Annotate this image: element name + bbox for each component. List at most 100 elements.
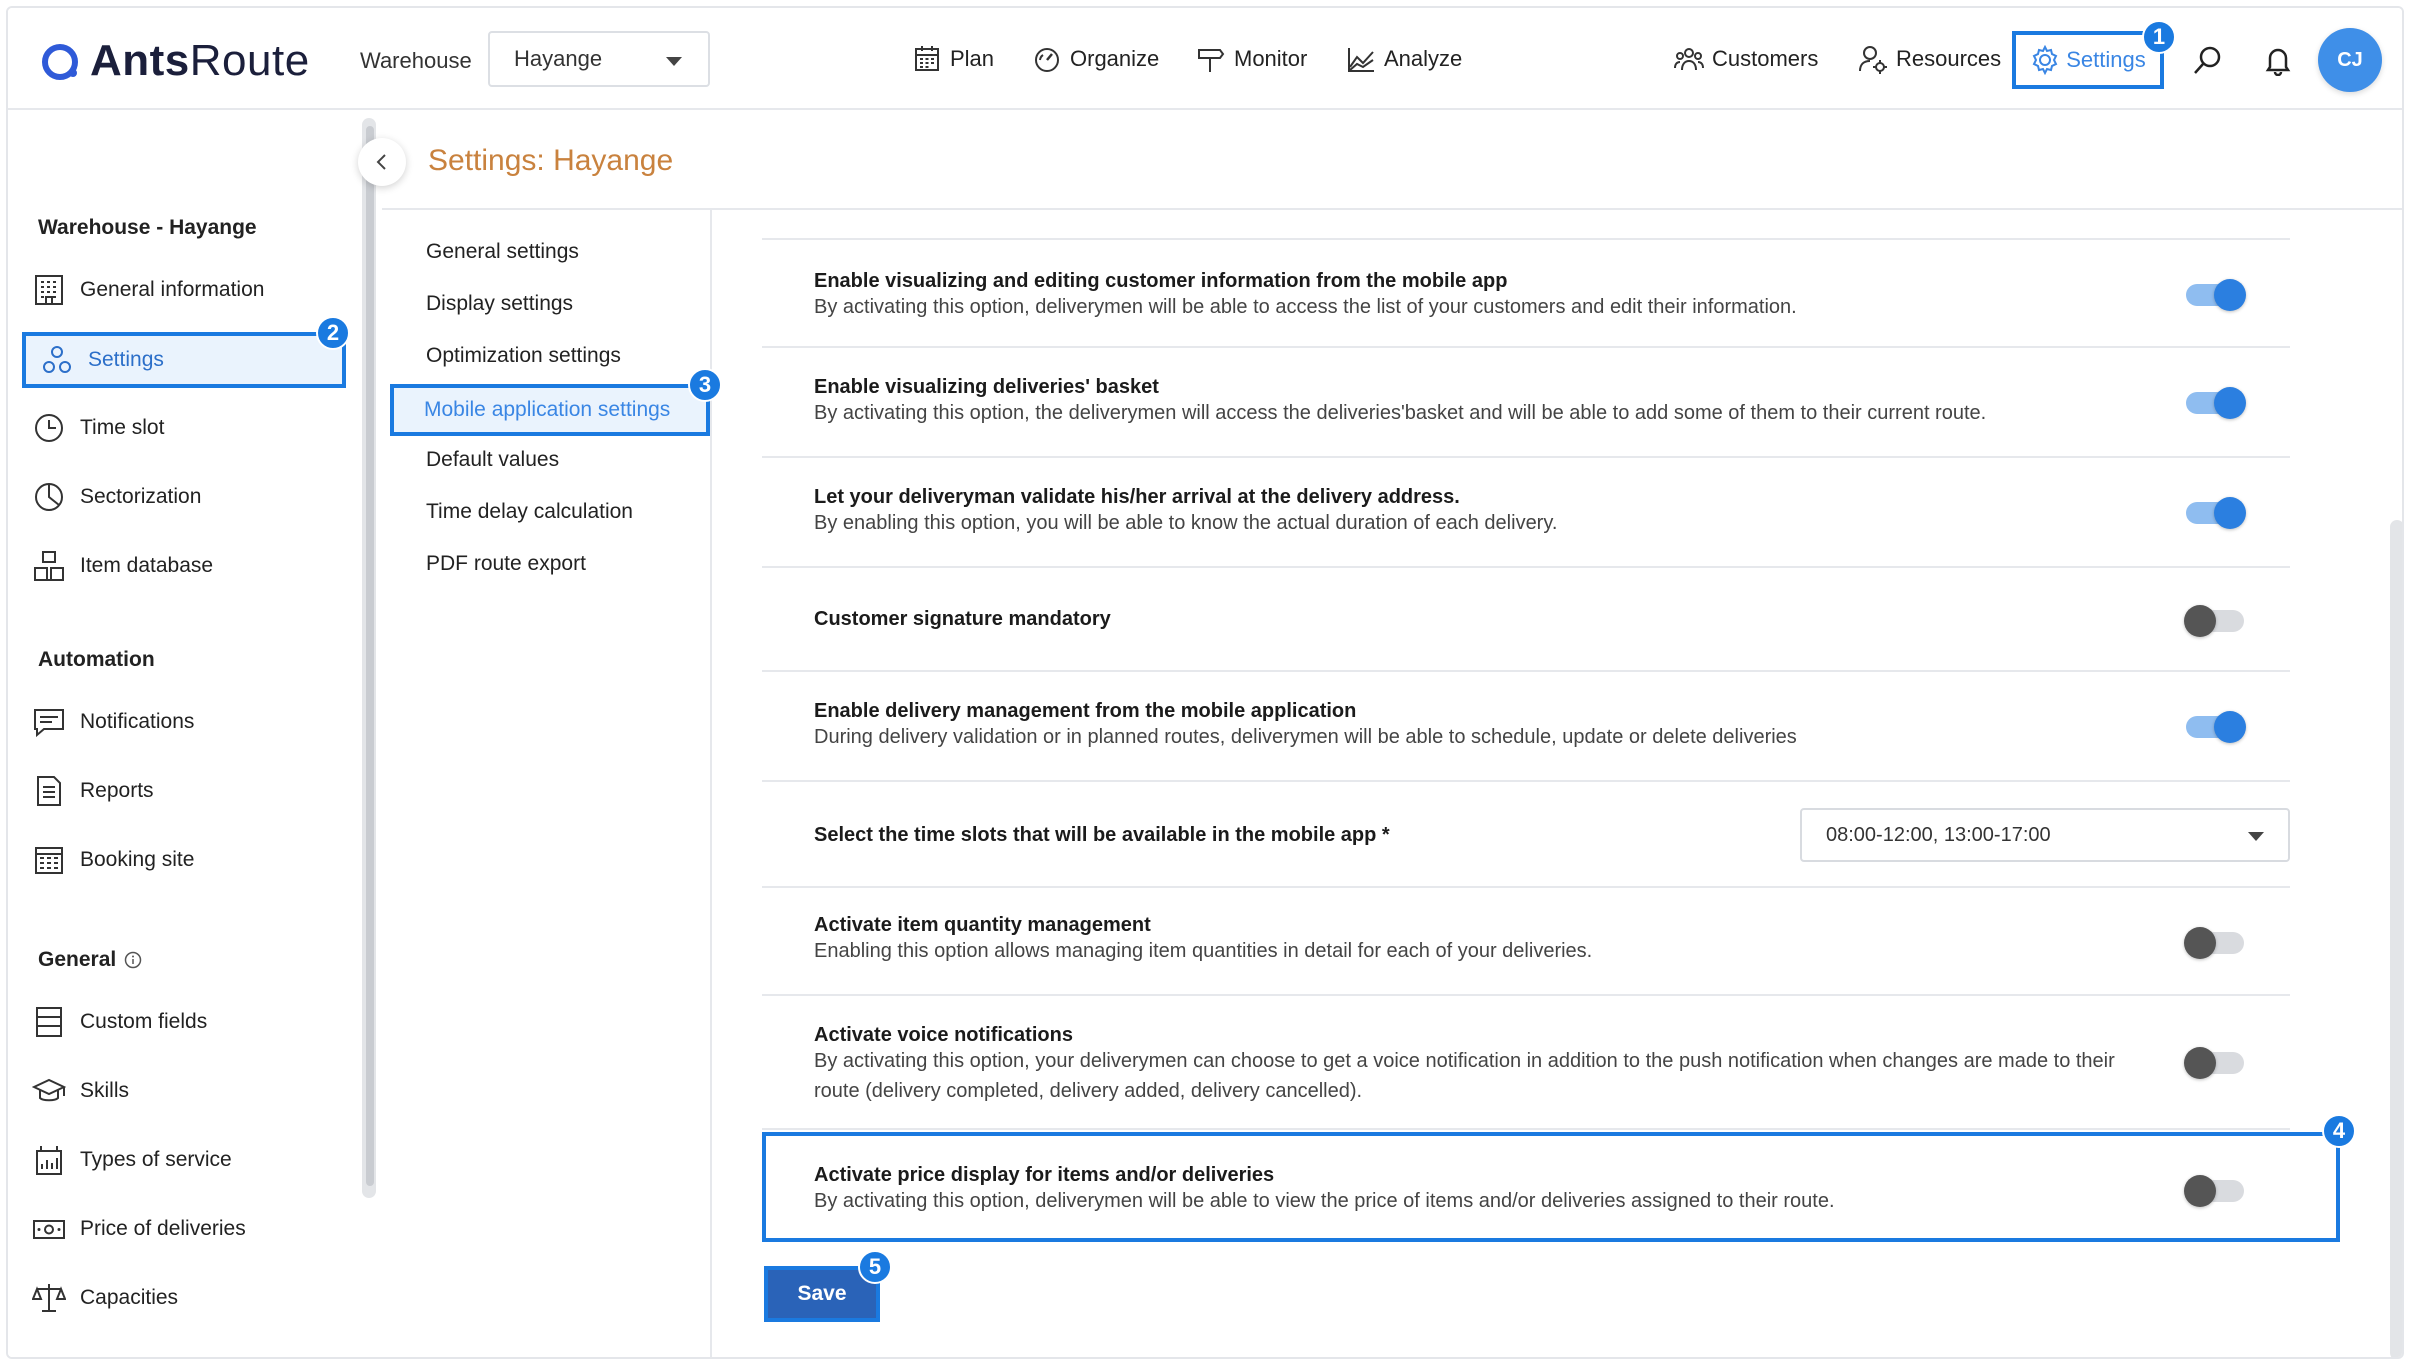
option-description: By enabling this option, you will be abl… — [814, 512, 1558, 534]
nav-organize[interactable]: Organize — [1032, 44, 1159, 74]
sidebar-item-time-slot[interactable]: Time slot — [32, 408, 164, 448]
sidebar-item-item-database[interactable]: Item database — [32, 546, 213, 586]
sidebar-item-label: Notifications — [80, 710, 195, 733]
bell-icon[interactable] — [2262, 44, 2294, 76]
sidebar-item-label: Sectorization — [80, 485, 202, 508]
nav-settings[interactable]: Settings — [2012, 31, 2164, 89]
step-badge-3: 3 — [688, 368, 722, 402]
menu-default-values[interactable]: Default values — [426, 448, 559, 472]
option-title: Enable delivery management from the mobi… — [814, 700, 1357, 722]
sidebar-item-settings-wrap: Settings — [8, 332, 360, 388]
sidebar-item-types-of-service[interactable]: Types of service — [32, 1140, 232, 1180]
nav-analyze-label: Analyze — [1384, 46, 1463, 71]
calendar-icon — [915, 46, 939, 71]
step-badge-4: 4 — [2322, 1114, 2356, 1148]
bar-chart-icon — [36, 1146, 62, 1175]
calendar-grid-icon — [35, 847, 63, 874]
sidebar-item-booking-site[interactable]: Booking site — [32, 840, 194, 880]
settings-menu: General settings Display settings Optimi… — [382, 210, 712, 1357]
document-icon — [37, 776, 61, 806]
sidebar-item-sectorization[interactable]: Sectorization — [32, 477, 201, 517]
sidebar-item-label: Booking site — [80, 848, 195, 871]
sidebar-item-reports[interactable]: Reports — [32, 771, 154, 811]
option-title: Activate voice notifications — [814, 1024, 1073, 1046]
pie-icon — [35, 483, 63, 511]
sidebar-item-label: Time slot — [80, 416, 165, 439]
option-toggle[interactable] — [2184, 605, 2244, 637]
option-row: Activate item quantity management Enabli… — [762, 888, 2290, 996]
option-title: Enable visualizing and editing customer … — [814, 270, 1508, 292]
sidebar-item-price-of-deliveries[interactable]: Price of deliveries — [32, 1209, 246, 1249]
signpost-icon — [1198, 49, 1225, 72]
sidebar-section-automation: Automation — [38, 648, 155, 671]
option-title: Customer signature mandatory — [814, 608, 1111, 630]
sidebar-item-general-information[interactable]: General information — [32, 270, 264, 310]
menu-time-delay-calculation[interactable]: Time delay calculation — [426, 500, 633, 524]
sidebar-item-capacities[interactable]: Capacities — [32, 1278, 178, 1318]
nav-plan[interactable]: Plan — [912, 44, 994, 74]
collapse-sidebar-button[interactable] — [358, 138, 406, 186]
message-icon — [34, 709, 64, 738]
sidebar-item-settings[interactable]: Settings — [22, 332, 346, 388]
sidebar-item-label: Custom fields — [80, 1010, 208, 1033]
info-icon[interactable] — [124, 951, 142, 969]
nav-resources-label: Resources — [1896, 46, 2002, 71]
chevron-down-icon — [2248, 832, 2264, 841]
avatar[interactable]: CJ — [2318, 28, 2382, 92]
search-icon[interactable] — [2192, 44, 2224, 76]
nav-resources[interactable]: Resources — [1858, 44, 2001, 74]
warehouse-select-value: Hayange — [514, 46, 603, 71]
nav-customers[interactable]: Customers — [1674, 44, 1818, 74]
chevron-down-icon — [666, 57, 682, 66]
menu-pdf-route-export[interactable]: PDF route export — [426, 552, 586, 576]
sidebar-item-skills[interactable]: Skills — [32, 1071, 129, 1111]
option-title: Let your deliveryman validate his/her ar… — [814, 486, 1460, 508]
nav-customers-label: Customers — [1712, 46, 1819, 71]
sidebar-item-label: Capacities — [80, 1286, 179, 1309]
sidebar-scrollbar-thumb[interactable] — [366, 126, 374, 1186]
menu-general-settings[interactable]: General settings — [426, 240, 579, 264]
menu-optimization-settings[interactable]: Optimization settings — [426, 344, 621, 368]
content-scrollbar[interactable] — [2390, 520, 2402, 1357]
sidebar-item-notifications[interactable]: Notifications — [32, 702, 194, 742]
option-title: Activate item quantity management — [814, 914, 1151, 936]
logo[interactable]: AntsRoute — [40, 36, 310, 86]
sidebar-section-general-label: General — [38, 948, 117, 971]
option-title: Select the time slots that will be avail… — [814, 824, 1390, 846]
nav-monitor[interactable]: Monitor — [1196, 44, 1307, 74]
chart-icon — [1348, 48, 1374, 72]
option-toggle[interactable] — [2184, 1047, 2244, 1079]
chevron-left-icon — [376, 154, 386, 170]
option-row: Let your deliveryman validate his/her ar… — [762, 458, 2290, 568]
option-description: By activating this option, your delivery… — [814, 1050, 2115, 1102]
app-window: AntsRoute Warehouse Hayange Plan Organiz… — [6, 6, 2404, 1359]
group-icon — [1674, 48, 1704, 71]
user-gear-icon — [1859, 46, 1887, 74]
menu-mobile-application-settings[interactable]: Mobile application settings — [390, 384, 710, 436]
menu-active-wrap: Mobile application settings — [382, 384, 712, 436]
step-badge-5: 5 — [858, 1250, 892, 1284]
step-badge-1: 1 — [2142, 20, 2176, 54]
logo-icon — [42, 44, 78, 80]
gear-icon — [2032, 45, 2058, 75]
option-toggle[interactable] — [2186, 497, 2246, 529]
gears-icon — [43, 346, 71, 373]
time-slots-select[interactable]: 08:00-12:00, 13:00-17:00 — [1800, 808, 2290, 862]
warehouse-select[interactable]: Hayange — [488, 31, 710, 87]
clock-icon — [35, 414, 63, 442]
option-toggle[interactable] — [2186, 711, 2246, 743]
sidebar-item-custom-fields[interactable]: Custom fields — [32, 1002, 207, 1042]
option-description: Enabling this option allows managing ite… — [814, 940, 1593, 962]
option-toggle[interactable] — [2186, 279, 2246, 311]
menu-display-settings[interactable]: Display settings — [426, 292, 573, 316]
nav-analyze[interactable]: Analyze — [1346, 44, 1462, 74]
sidebar: Warehouse - Hayange General information … — [8, 110, 360, 1357]
option-toggle[interactable] — [2184, 927, 2244, 959]
sidebar-section-warehouse: Warehouse - Hayange — [38, 216, 257, 239]
page-title: Settings: Hayange — [428, 144, 674, 177]
boxes-icon — [34, 551, 64, 581]
sidebar-item-label: Settings — [88, 348, 164, 371]
top-bar: AntsRoute Warehouse Hayange Plan Organiz… — [8, 8, 2402, 110]
banknote-icon — [33, 1220, 65, 1239]
option-toggle[interactable] — [2186, 387, 2246, 419]
